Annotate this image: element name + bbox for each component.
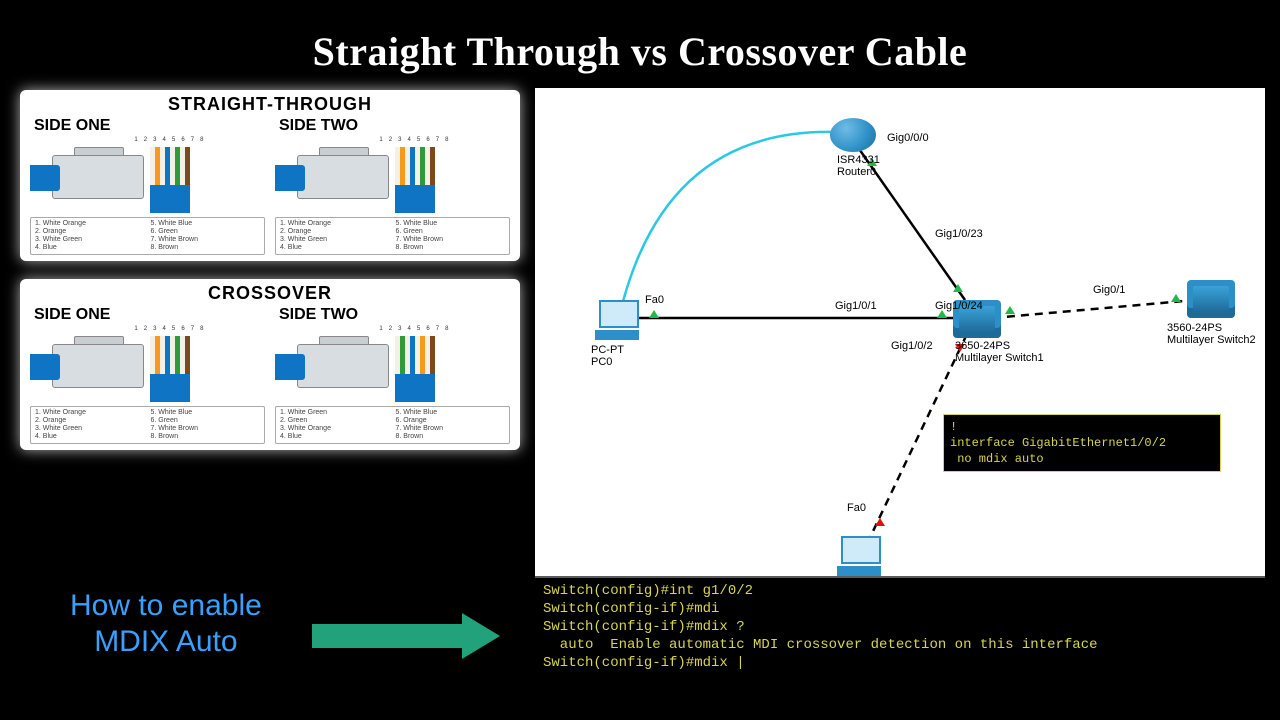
wire-colors-s1 <box>150 147 190 185</box>
wire-colors-c2 <box>395 336 435 374</box>
cross-side1-label: SIDE ONE <box>30 306 265 324</box>
legend-s1: 1. White Orange2. Orange3. White Green4.… <box>30 217 265 255</box>
legend-c1: 1. White Orange2. Orange3. White Green4.… <box>30 406 265 444</box>
router-icon <box>830 118 876 152</box>
sw1-name: Multilayer Switch1 <box>955 352 1044 364</box>
rj45-icon <box>275 332 395 402</box>
if-label: Gig0/1 <box>1093 284 1125 296</box>
router-model: ISR4331 <box>837 154 880 166</box>
straight-side1-label: SIDE ONE <box>30 117 265 135</box>
crossover-title: CROSSOVER <box>30 283 510 304</box>
switch-icon <box>1187 280 1235 318</box>
straight-title: STRAIGHT-THROUGH <box>30 94 510 115</box>
cross-side2-label: SIDE TWO <box>275 306 510 324</box>
pc0-name: PC0 <box>591 356 612 368</box>
sw2-model: 3560-24PS <box>1167 322 1222 334</box>
cable-diagrams: STRAIGHT-THROUGH SIDE ONE 1 2 3 4 5 6 7 … <box>20 90 520 468</box>
sw2-name: Multilayer Switch2 <box>1167 334 1256 346</box>
network-topology: ISR4331 Router0 Gig0/0/0 Gig1/0/23 PC-PT… <box>535 88 1265 576</box>
if-label: Gig1/0/24 <box>935 300 983 312</box>
router-name: Router0 <box>837 166 876 178</box>
crossover-card: CROSSOVER SIDE ONE 1 2 3 4 5 6 7 8 1. Wh… <box>20 279 520 450</box>
wire-colors-c1 <box>150 336 190 374</box>
straight-side2-label: SIDE TWO <box>275 117 510 135</box>
sw1-model: 3650-24PS <box>955 340 1010 352</box>
mdix-caption: How to enable MDIX Auto <box>70 588 262 660</box>
if-label: Fa0 <box>847 502 866 514</box>
if-label: Gig1/0/23 <box>935 228 983 240</box>
wire-colors-s2 <box>395 147 435 185</box>
pc-icon <box>837 536 881 576</box>
legend-s2: 1. White Orange2. Orange3. White Green4.… <box>275 217 510 255</box>
if-label: Gig0/0/0 <box>887 132 929 144</box>
rj45-icon <box>30 143 150 213</box>
config-snippet: ! interface GigabitEthernet1/0/2 no mdix… <box>943 414 1221 472</box>
if-label: Fa0 <box>645 294 664 306</box>
slide-title: Straight Through vs Crossover Cable <box>0 28 1280 75</box>
legend-c2: 1. White Green2. Green3. White Orange4. … <box>275 406 510 444</box>
pc0-model: PC-PT <box>591 344 624 356</box>
rj45-icon <box>30 332 150 402</box>
if-label: Gig1/0/2 <box>891 340 933 352</box>
if-label: Gig1/0/1 <box>835 300 877 312</box>
straight-through-card: STRAIGHT-THROUGH SIDE ONE 1 2 3 4 5 6 7 … <box>20 90 520 261</box>
cli-terminal: Switch(config)#int g1/0/2 Switch(config-… <box>535 576 1265 694</box>
arrow-icon <box>312 616 502 656</box>
pc-icon <box>595 300 639 340</box>
rj45-icon <box>275 143 395 213</box>
